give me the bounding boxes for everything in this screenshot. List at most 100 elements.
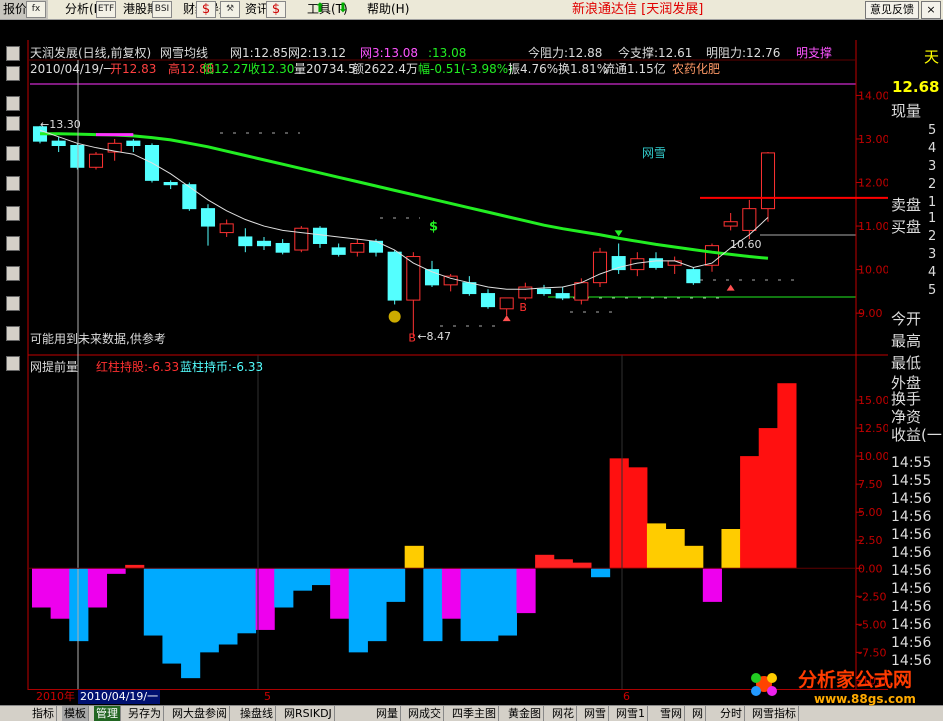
indicator-tab-0[interactable]: 指标 [30, 706, 57, 721]
volume-bar-32 [628, 467, 648, 569]
quote-row-18: 14:56 [891, 545, 932, 561]
quote-row-13: 14:55 [891, 455, 932, 471]
quote-row-4: 买盘 [891, 218, 922, 236]
level-digit-3: 2 [928, 177, 937, 192]
low-annotation: ←8.47 [417, 330, 451, 343]
volume-bar-31 [609, 458, 629, 569]
indicator-tab-6[interactable]: 网RSIKDJ [282, 706, 335, 721]
indicator-tab-1[interactable]: 模板 [62, 706, 89, 721]
volume-bar-21 [423, 568, 443, 642]
money-bag-icon [388, 310, 401, 323]
lower-tick-label-3: 7.50 [858, 478, 883, 491]
level-digit-0: 5 [928, 123, 937, 138]
candle-body-11 [238, 236, 253, 247]
quote-row-12: 收益(一 [891, 426, 942, 444]
price-tick-label-4: 10.00 [858, 264, 890, 277]
candle-body-16 [331, 247, 346, 255]
quote-row-6: 今开 [891, 310, 922, 328]
watermark-title: 分析家公式网 [798, 668, 912, 691]
quote-row-3: 卖盘 [891, 196, 922, 214]
level-digit-9: 5 [928, 283, 937, 298]
quote-row-14: 14:55 [891, 473, 932, 489]
level-digit-5: 1 [928, 211, 937, 226]
lower-tick-label-1: 12.50 [858, 422, 890, 435]
quote-row-7: 最高 [891, 332, 922, 350]
volume-bar-20 [404, 545, 424, 569]
candle-body-30 [592, 251, 608, 284]
net-snow-label: 网雪 [642, 146, 667, 160]
indicator-tab-10[interactable]: 黄金图 [506, 706, 544, 721]
indicator-tab-2[interactable]: 管理 [94, 706, 121, 721]
indicator-tab-16[interactable]: 分时 [718, 706, 745, 721]
lower-tick-label-9: -7.50 [858, 646, 886, 659]
volume-bar-5 [125, 564, 145, 569]
up-arrow-signal-icon [502, 315, 511, 322]
candle-body-36 [704, 245, 720, 266]
candle-body-33 [648, 258, 664, 268]
cursor-date: 2010/04/19/一 [78, 690, 161, 704]
indicator-tab-14[interactable]: 雪网 [658, 706, 685, 721]
indicator-tab-11[interactable]: 网花 [550, 706, 577, 721]
volume-bar-14 [292, 568, 313, 591]
quote-row-17: 14:56 [891, 527, 932, 543]
candle-body-38 [742, 208, 757, 231]
lower-tick-label-8: -5.00 [858, 618, 886, 631]
level-digit-6: 2 [928, 229, 937, 244]
indicator-tab-17[interactable]: 网雪指标 [750, 706, 799, 721]
candle-body-35 [686, 269, 701, 284]
close-value: 收12.30 [248, 62, 295, 76]
tomorrow-support: 明支撑 [796, 46, 833, 60]
indicator-tab-9[interactable]: 四季主图 [450, 706, 499, 721]
lower-tick-label-6: 0.00 [858, 562, 883, 575]
lower-tick-label-5: 2.50 [858, 534, 883, 547]
volume-bar-15 [311, 568, 331, 586]
quote-row-16: 14:56 [891, 509, 932, 525]
w4-value: :13.08 [428, 46, 467, 60]
future-data-note: 可能用到未来数据,供参考 [30, 332, 166, 346]
indicator-tab-12[interactable]: 网雪 [582, 706, 609, 721]
quote-row-19: 14:56 [891, 563, 932, 579]
indicator-tab-8[interactable]: 网成交 [406, 706, 444, 721]
volume-bar-1 [50, 568, 70, 619]
indicator-tab-7[interactable]: 网量 [374, 706, 401, 721]
volume-bar-35 [684, 545, 704, 569]
quote-row-22: 14:56 [891, 617, 932, 633]
w3-value: 网3:13.08 [360, 46, 419, 60]
candle-body-7 [163, 182, 178, 186]
volume-bar-10 [218, 568, 238, 645]
high-annotation: ←13.30 [40, 118, 81, 131]
price-tick-label-2: 12.00 [858, 177, 890, 190]
quote-row-20: 14:56 [891, 581, 932, 597]
indicator-tab-15[interactable]: 网 [690, 706, 706, 721]
candle-body-28 [555, 293, 570, 299]
stock-title: 天润发展(日线,前复权) [30, 46, 152, 60]
candle-body-23 [462, 282, 477, 295]
volume-bar-22 [441, 568, 462, 619]
volume-bar-6 [143, 568, 163, 636]
sector-value: 农药化肥 [672, 62, 721, 76]
red-hold-label: 红柱持股:-6.33 [96, 360, 180, 374]
resistance-value: 今阻力:12.88 [528, 46, 603, 60]
w1-value: 网1:12.85 [230, 46, 289, 60]
volume-bar-3 [87, 568, 108, 608]
indicator-tab-13[interactable]: 网雪1 [614, 706, 648, 721]
indicator-tab-3[interactable]: 另存为 [126, 706, 164, 721]
volume-bar-7 [162, 568, 182, 664]
volume-bar-39 [758, 428, 778, 569]
volume-bar-24 [479, 568, 499, 642]
month-5-label: 5 [264, 690, 271, 703]
indicator-tab-4[interactable]: 网大盘参阅 [170, 706, 230, 721]
site-watermark: 分析家公式网 www.88gs.com [751, 668, 916, 706]
indicator-tab-5[interactable]: 操盘线 [238, 706, 276, 721]
level-annotation: 10.60 [730, 238, 762, 251]
volume-bar-29 [572, 562, 592, 569]
candle-body-9 [200, 208, 216, 227]
volume-bar-2 [69, 568, 89, 642]
w2-value: 网2:13.12 [288, 46, 347, 60]
volume-bar-28 [553, 559, 573, 569]
candle-body-37 [723, 221, 738, 227]
dollar-signal-icon: $ [429, 219, 438, 234]
up-arrow-signal-icon [726, 284, 735, 291]
quote-panel: 天现量 卖盘 买盘 今开 最高 最低 外盘 换手 净资 收益(一 14:55 14:55 14:56 14… [888, 44, 943, 684]
candle-body-25 [499, 297, 514, 310]
